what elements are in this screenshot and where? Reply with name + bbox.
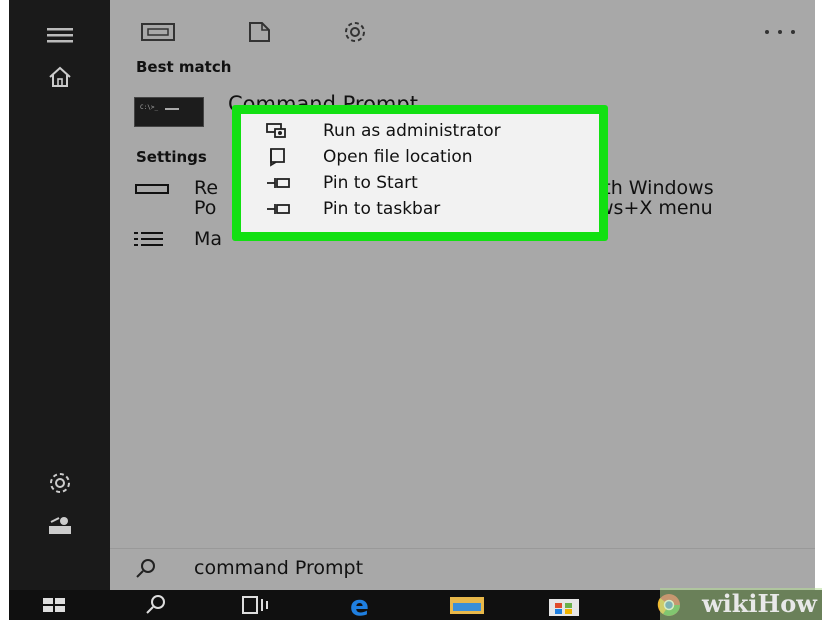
hamburger-menu-icon[interactable] bbox=[9, 20, 110, 50]
taskbar-search-icon[interactable] bbox=[145, 590, 167, 620]
apps-filter-icon[interactable] bbox=[140, 18, 176, 46]
best-match-heading: Best match bbox=[136, 58, 232, 76]
web-filter-gear-icon[interactable] bbox=[341, 18, 369, 46]
documents-filter-icon[interactable] bbox=[246, 18, 274, 46]
edge-browser-icon[interactable]: e bbox=[349, 590, 379, 620]
run-as-admin-icon bbox=[265, 120, 291, 142]
store-icon[interactable] bbox=[547, 590, 581, 620]
more-options-icon[interactable] bbox=[762, 18, 798, 46]
pin-icon bbox=[265, 172, 291, 194]
pin-icon bbox=[265, 198, 291, 220]
search-box[interactable]: command Prompt bbox=[110, 548, 815, 591]
file-explorer-icon[interactable] bbox=[449, 590, 485, 620]
folder-location-icon bbox=[265, 146, 291, 168]
menu-item-label: Pin to taskbar bbox=[323, 199, 441, 219]
settings-heading: Settings bbox=[136, 148, 207, 166]
menu-item-pin-to-start[interactable]: Pin to Start bbox=[241, 170, 599, 196]
search-icon bbox=[134, 557, 158, 581]
svg-text:C:\>_: C:\>_ bbox=[140, 104, 158, 111]
settings-item-1-line1-right[interactable]: ith Windows bbox=[598, 177, 714, 199]
task-view-icon[interactable] bbox=[241, 590, 269, 620]
start-search-panel: Best match C:\>_ Command Prompt Settings… bbox=[110, 0, 815, 590]
svg-text:e: e bbox=[350, 592, 369, 618]
start-left-rail bbox=[9, 0, 110, 590]
menu-item-open-file-location[interactable]: Open file location bbox=[241, 144, 599, 170]
list-settings-icon bbox=[134, 230, 172, 248]
menu-item-label: Run as administrator bbox=[323, 121, 501, 141]
settings-item-1-line2-right[interactable]: ws+X menu bbox=[598, 197, 713, 219]
windows-start-icon[interactable] bbox=[43, 590, 65, 620]
menu-item-label: Open file location bbox=[323, 147, 473, 167]
menu-item-run-as-administrator[interactable]: Run as administrator bbox=[241, 118, 599, 144]
settings-item-1-line2-left[interactable]: Po bbox=[194, 197, 216, 219]
settings-item-2-line1-left[interactable]: Ma bbox=[194, 228, 222, 250]
menu-item-label: Pin to Start bbox=[323, 173, 418, 193]
home-icon[interactable] bbox=[9, 62, 110, 92]
display-setting-icon bbox=[134, 181, 172, 195]
settings-gear-icon[interactable] bbox=[9, 468, 110, 498]
context-menu: Run as administrator Open file location … bbox=[232, 105, 608, 241]
screenshot-frame: Best match C:\>_ Command Prompt Settings… bbox=[0, 0, 822, 620]
wikihow-watermark: wikiHow bbox=[660, 588, 822, 620]
command-prompt-app-icon: C:\>_ bbox=[134, 97, 204, 127]
settings-item-1-line1-left[interactable]: Re bbox=[194, 177, 218, 199]
user-account-icon[interactable] bbox=[9, 510, 110, 540]
search-query-text[interactable]: command Prompt bbox=[194, 557, 363, 579]
menu-item-pin-to-taskbar[interactable]: Pin to taskbar bbox=[241, 196, 599, 222]
